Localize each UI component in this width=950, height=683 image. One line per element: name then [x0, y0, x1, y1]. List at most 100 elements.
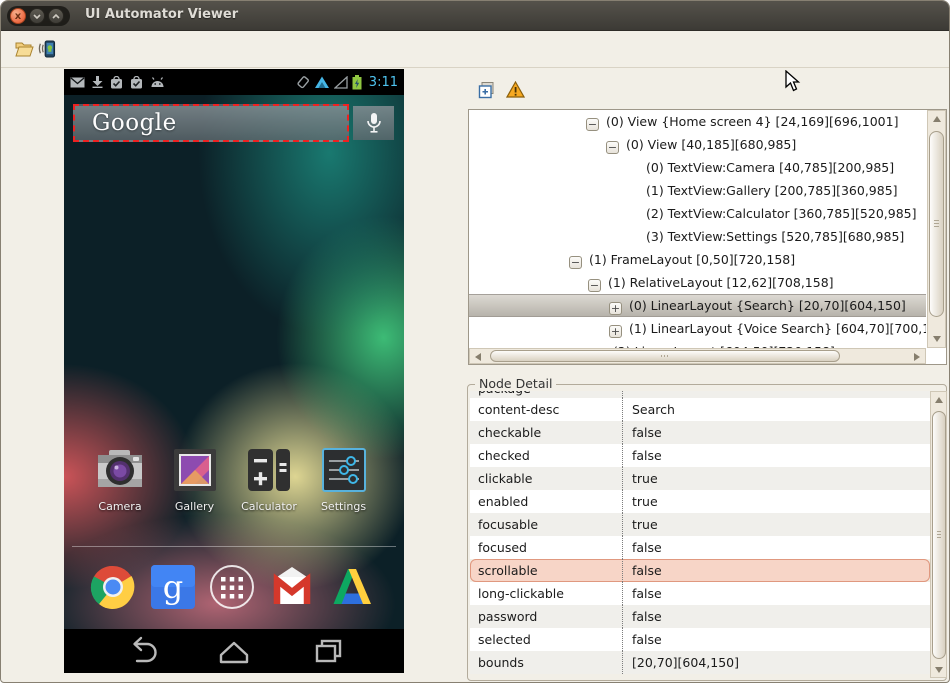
tree-hscroll-thumb[interactable] — [490, 350, 840, 362]
battery-charging-icon — [352, 75, 362, 90]
dock-google-search[interactable]: g — [149, 563, 197, 611]
signal-strength-icon — [334, 76, 348, 89]
tree-node[interactable]: +(0) LinearLayout {Search} [20,70][604,1… — [469, 294, 926, 317]
node-detail-row[interactable]: focusedfalse — [470, 536, 930, 559]
tree-vertical-scrollbar[interactable] — [927, 110, 946, 348]
microphone-icon — [366, 112, 382, 134]
home-button[interactable] — [215, 633, 253, 669]
device-screenshot-icon[interactable] — [37, 40, 57, 58]
hierarchy-tree: −(0) View {Home screen 4} [24,169][696,1… — [469, 110, 926, 348]
property-name: package — [478, 391, 622, 398]
collapse-icon[interactable]: − — [588, 279, 601, 292]
back-button[interactable] — [122, 633, 158, 669]
tree-node[interactable]: −(1) FrameLayout [0,50][720,158] — [469, 248, 926, 271]
app-label: Settings — [309, 500, 379, 513]
app-label: Gallery — [160, 500, 230, 513]
app-shortcut-settings[interactable]: Settings — [309, 446, 379, 513]
dock-gmail[interactable] — [268, 563, 316, 611]
node-detail-row[interactable]: selectedfalse — [470, 628, 930, 651]
app-shortcut-calculator[interactable]: Calculator — [234, 446, 304, 513]
app-drawer-icon — [208, 563, 256, 611]
tree-node-label: (0) View {Home screen 4} [24,169][696,10… — [606, 114, 898, 129]
dock-app-drawer[interactable] — [208, 563, 256, 611]
camera-app-icon — [96, 446, 144, 494]
tree-horizontal-scrollbar[interactable] — [469, 348, 926, 364]
node-detail-row[interactable]: enabledtrue — [470, 490, 930, 513]
google-search-icon: g — [149, 563, 197, 611]
tree-vscroll-thumb[interactable] — [929, 131, 944, 317]
tree-node-label: (2) TextView:Calculator [360,785][520,98… — [646, 206, 917, 221]
download-icon — [92, 76, 103, 88]
tree-node[interactable]: (0) TextView:Camera [40,785][200,985] — [469, 156, 926, 179]
app-shortcut-gallery[interactable]: Gallery — [160, 446, 230, 513]
vibrate-icon — [296, 75, 310, 89]
collapse-icon[interactable]: − — [586, 118, 599, 131]
tree-node-label: (0) TextView:Camera [40,785][200,985] — [646, 160, 894, 175]
node-detail-row[interactable]: content-desc Search — [470, 398, 930, 421]
tree-node-label: (0) View [40,185][680,985] — [626, 137, 796, 152]
status-bar: 3:11 — [64, 69, 404, 95]
tree-node[interactable]: −(0) View [40,185][680,985] — [469, 133, 926, 156]
dock-drive[interactable] — [328, 563, 376, 611]
tree-node-label: (3) TextView:Settings [520,785][680,985] — [646, 229, 904, 244]
scroll-right-arrow-icon[interactable] — [914, 353, 920, 361]
property-name: selected — [478, 632, 531, 647]
notification-icons — [70, 76, 165, 89]
scroll-down-arrow-icon[interactable] — [935, 667, 943, 673]
node-detail-row[interactable]: scrollablefalse — [470, 559, 930, 582]
calculator-app-icon — [245, 446, 293, 494]
google-logo: Google — [92, 110, 177, 136]
voice-search-button[interactable] — [353, 106, 394, 140]
property-value: [20,70][604,150] — [632, 655, 739, 670]
chevron-down-icon — [33, 14, 41, 19]
recents-button[interactable] — [310, 633, 346, 669]
node-detail-row[interactable]: package — [470, 391, 930, 398]
app-shortcut-camera[interactable]: Camera — [85, 446, 155, 513]
window-buttons: x — [7, 6, 70, 26]
tree-node[interactable]: (3) TextView:Settings [520,785][680,985] — [469, 225, 926, 248]
maximize-button[interactable] — [48, 8, 64, 24]
property-value: Search — [632, 402, 675, 417]
tree-node[interactable]: −(0) View {Home screen 4} [24,169][696,1… — [469, 110, 926, 133]
dock-chrome[interactable] — [89, 563, 137, 611]
property-name: content-desc — [478, 402, 559, 417]
node-detail-row[interactable]: clickabletrue — [470, 467, 930, 490]
property-name: bounds — [478, 655, 524, 670]
tree-node[interactable]: −(1) RelativeLayout [12,62][708,158] — [469, 271, 926, 294]
scroll-up-arrow-icon[interactable] — [935, 397, 943, 403]
window-title: UI Automator Viewer — [85, 7, 238, 22]
property-name: enabled — [478, 494, 528, 509]
tree-node[interactable]: +(1) LinearLayout {Voice Search} [604,70… — [469, 317, 926, 340]
node-detail-row[interactable]: checkedfalse — [470, 444, 930, 467]
chevron-up-icon — [52, 14, 60, 19]
node-detail-row[interactable]: passwordfalse — [470, 605, 930, 628]
scroll-down-arrow-icon[interactable] — [933, 336, 941, 342]
node-detail-row[interactable]: focusabletrue — [470, 513, 930, 536]
collapse-icon[interactable]: − — [569, 256, 582, 269]
scroll-up-arrow-icon[interactable] — [933, 116, 941, 122]
expand-all-icon[interactable] — [478, 81, 496, 99]
expand-icon[interactable]: + — [609, 325, 622, 338]
open-file-icon[interactable] — [14, 40, 34, 58]
detail-vscroll-thumb[interactable] — [932, 411, 946, 659]
system-status-icons: 3:11 — [296, 75, 398, 90]
property-value: true — [632, 471, 658, 486]
gmail-icon — [268, 563, 316, 611]
minimize-button[interactable] — [29, 8, 45, 24]
titlebar[interactable]: x UI Automator Viewer — [1, 1, 949, 31]
node-detail-row[interactable]: checkablefalse — [470, 421, 930, 444]
warning-icon[interactable] — [506, 81, 525, 98]
tree-node[interactable]: (1) TextView:Gallery [200,785][360,985] — [469, 179, 926, 202]
tree-node[interactable]: +(2) LinearLayout [604,50][720,158] — [469, 340, 926, 348]
close-button[interactable]: x — [10, 8, 26, 24]
device-screenshot[interactable]: 3:11 Google — [64, 69, 404, 673]
google-search-bar[interactable]: Google — [73, 104, 349, 142]
tree-node-label: (1) RelativeLayout [12,62][708,158] — [608, 275, 834, 290]
tree-node[interactable]: (2) TextView:Calculator [360,785][520,98… — [469, 202, 926, 225]
detail-vertical-scrollbar[interactable] — [930, 391, 947, 678]
expand-icon[interactable]: + — [609, 302, 622, 315]
node-detail-row[interactable]: long-clickablefalse — [470, 582, 930, 605]
node-detail-row[interactable]: bounds [20,70][604,150] — [470, 651, 930, 674]
collapse-icon[interactable]: − — [606, 141, 619, 154]
scroll-left-arrow-icon[interactable] — [475, 353, 481, 361]
